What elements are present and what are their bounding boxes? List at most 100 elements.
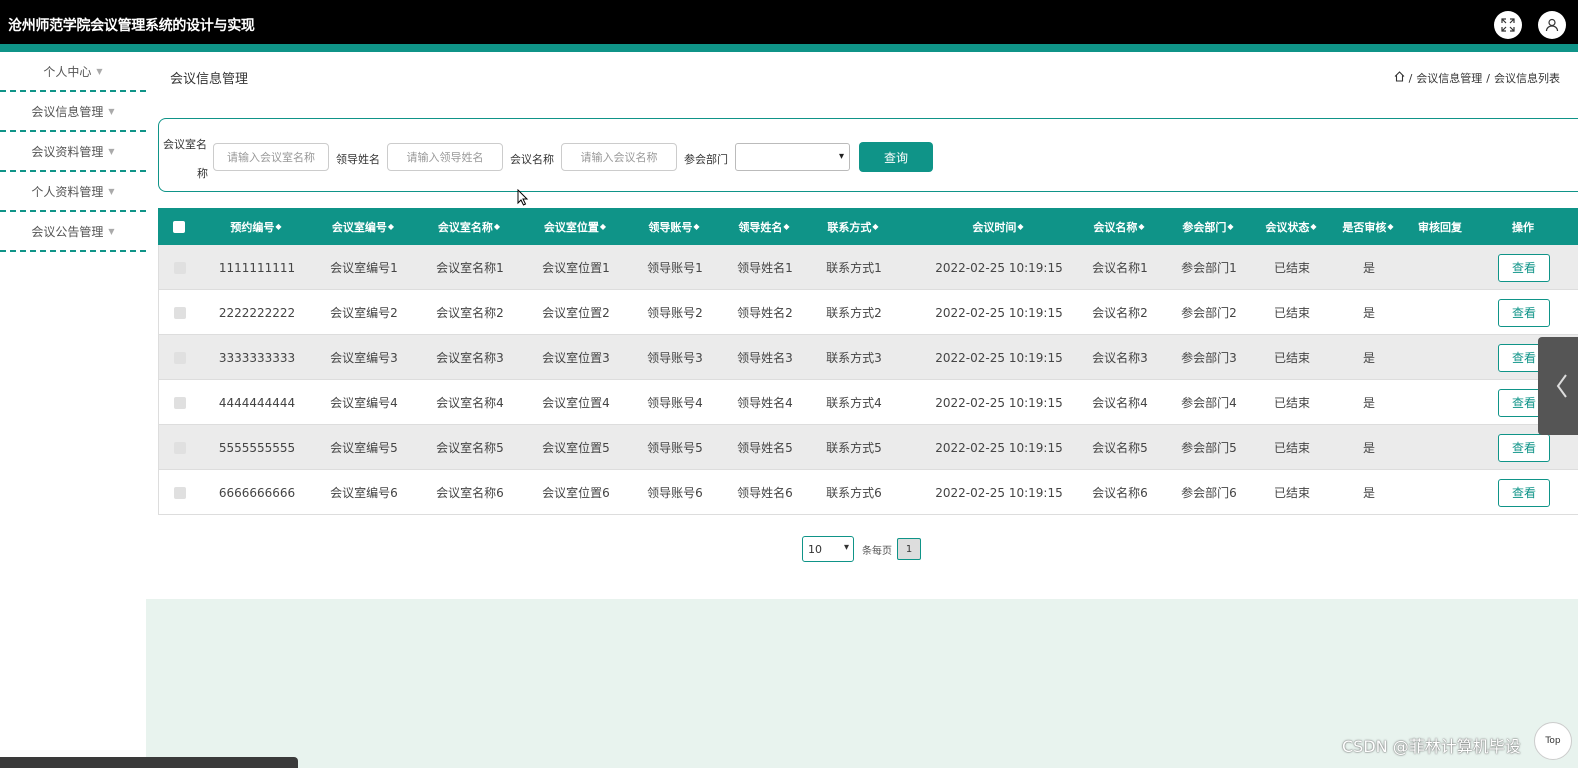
cell-actions: 查看 [1474,470,1574,515]
view-button[interactable]: 查看 [1498,298,1550,327]
cell-leader-name: 领导姓名2 [737,306,793,320]
cell-contact: 联系方式2 [826,306,882,320]
col-meeting-name[interactable]: 会议名称 ◆ [1069,208,1169,245]
col-booking-id[interactable]: 预约编号 ◆ [206,208,306,245]
sidebar-item-label: 个人中心 [43,64,92,79]
sort-icon: ◆ [493,222,501,231]
per-page-label: 条每页 [862,545,892,557]
top-bar: 沧州师范学院会议管理系统的设计与实现 [0,0,1578,44]
col-room-no[interactable]: 会议室编号 ◆ [313,208,413,245]
query-button[interactable]: 查询 [859,142,933,172]
header-accent-line [0,44,1578,52]
cell-room-name: 会议室名称3 [436,351,504,365]
cell-meeting-time: 2022-02-25 10:19:15 [935,350,1063,365]
cell-booking-id: 5555555555 [218,440,296,455]
table-row: 3333333333 会议室编号3 会议室名称3 会议室位置3 领导账号3 领导… [158,335,1578,380]
view-button[interactable]: 查看 [1498,478,1550,507]
page-number-button[interactable]: 1 [897,538,921,560]
department-select[interactable]: ▾ [735,143,850,171]
room-name-input[interactable]: 请输入会议室名称 [213,143,329,171]
cell-leader-account: 领导账号1 [647,261,703,275]
col-leader-account[interactable]: 领导账号 ◆ [624,208,724,245]
user-icon[interactable] [1538,11,1566,39]
col-contact[interactable]: 联系方式 ◆ [803,208,903,245]
breadcrumb-item[interactable]: 会议信息管理 [1416,70,1482,86]
col-meeting-time[interactable]: 会议时间 ◆ [938,208,1058,245]
cell-room-no: 会议室编号2 [330,306,398,320]
cell-contact: 联系方式1 [826,261,882,275]
cell-meeting-name: 会议名称3 [1092,351,1148,365]
cell-contact: 联系方式6 [826,486,882,500]
cell-booking-id: 4444444444 [218,395,296,410]
table-header: 预约编号 ◆ 会议室编号 ◆ 会议室名称 ◆ 会议室位置 ◆ 领导账号 ◆ 领导姓名 ◆ 联… [158,208,1578,245]
caret-down-icon: ▼ [108,226,115,236]
row-checkbox[interactable] [167,335,193,380]
cell-room-no: 会议室编号1 [330,261,398,275]
sidebar-item-personal-materials[interactable]: 个人资料管理 ▼ [0,172,146,212]
cell-room-no: 会议室编号6 [330,486,398,500]
pagination: 10 ▾ 条每页 1 [802,536,921,562]
sort-icon: ◆ [1227,222,1234,231]
cell-room-name: 会议室名称6 [436,486,504,500]
app-title: 沧州师范学院会议管理系统的设计与实现 [8,18,255,34]
cell-booking-id: 3333333333 [218,350,296,365]
sort-icon: ◆ [872,222,879,231]
view-button[interactable]: 查看 [1498,433,1550,462]
col-leader-name[interactable]: 领导姓名 ◆ [714,208,814,245]
sidebar-item-meeting-info[interactable]: 会议信息管理 ▼ [0,92,146,132]
fullscreen-icon[interactable] [1494,11,1522,39]
cell-room-no: 会议室编号4 [330,396,398,410]
sidebar-item-announcements[interactable]: 会议公告管理 ▼ [0,212,146,252]
cell-leader-account: 领导账号6 [647,486,703,500]
sidebar-item-label: 个人资料管理 [31,184,104,199]
cell-room-location: 会议室位置5 [542,441,610,455]
cell-room-location: 会议室位置3 [542,351,610,365]
cell-leader-name: 领导姓名3 [737,351,793,365]
cell-room-name: 会议室名称5 [436,441,504,455]
sidebar-item-meeting-materials[interactable]: 会议资料管理 ▼ [0,132,146,172]
room-name-label: 会议室名 [163,138,207,151]
back-to-top-button[interactable]: Top [1534,722,1572,760]
cell-room-no: 会议室编号3 [330,351,398,365]
cell-leader-name: 领导姓名1 [737,261,793,275]
cell-room-no: 会议室编号5 [330,441,398,455]
cell-room-location: 会议室位置4 [542,396,610,410]
sort-icon: ◆ [693,222,700,231]
view-button[interactable]: 查看 [1498,253,1550,282]
cell-leader-account: 领导账号3 [647,351,703,365]
col-room-name[interactable]: 会议室名称 ◆ [419,208,519,245]
sort-icon: ◆ [387,222,395,231]
table-row: 6666666666 会议室编号6 会议室名称6 会议室位置6 领导账号6 领导… [158,470,1578,515]
leader-name-input[interactable]: 请输入领导姓名 [387,143,503,171]
side-drawer-toggle[interactable] [1538,337,1578,435]
caret-down-icon: ▼ [96,66,103,76]
meeting-name-input[interactable]: 请输入会议名称 [561,143,677,171]
cell-contact: 联系方式3 [826,351,882,365]
table-row: 2222222222 会议室编号2 会议室名称2 会议室位置2 领导账号2 领导… [158,290,1578,335]
table-row: 1111111111 会议室编号1 会议室名称1 会议室位置1 领导账号1 领导… [158,245,1578,290]
breadcrumb-item-current: 会议信息列表 [1494,72,1560,85]
sidebar: 个人中心 ▼ 会议信息管理 ▼ 会议资料管理 ▼ 个人资料管理 ▼ 会议公告管理 ▼ [0,52,146,252]
row-checkbox[interactable] [167,425,193,470]
row-checkbox[interactable] [167,470,193,515]
cell-leader-name: 领导姓名6 [737,486,793,500]
caret-down-icon: ▼ [108,186,115,196]
sidebar-item-personal-center[interactable]: 个人中心 ▼ [0,52,146,92]
home-icon[interactable] [1394,71,1405,85]
row-checkbox[interactable] [167,245,193,290]
select-all-checkbox[interactable] [166,208,192,245]
cell-meeting-name: 会议名称5 [1092,441,1148,455]
row-checkbox[interactable] [167,290,193,335]
row-checkbox[interactable] [167,380,193,425]
cell-contact: 联系方式4 [826,396,882,410]
cell-room-location: 会议室位置6 [542,486,610,500]
cell-leader-account: 领导账号5 [647,441,703,455]
room-name-label-wrap: 称 [197,167,208,180]
sort-icon: ◆ [1138,222,1145,231]
sidebar-item-label: 会议信息管理 [31,104,104,119]
cell-leader-name: 领导姓名4 [737,396,793,410]
col-room-location[interactable]: 会议室位置 ◆ [525,208,625,245]
page-size-select[interactable]: 10 ▾ [802,536,854,562]
cell-leader-account: 领导账号4 [647,396,703,410]
status-bar [0,757,298,768]
